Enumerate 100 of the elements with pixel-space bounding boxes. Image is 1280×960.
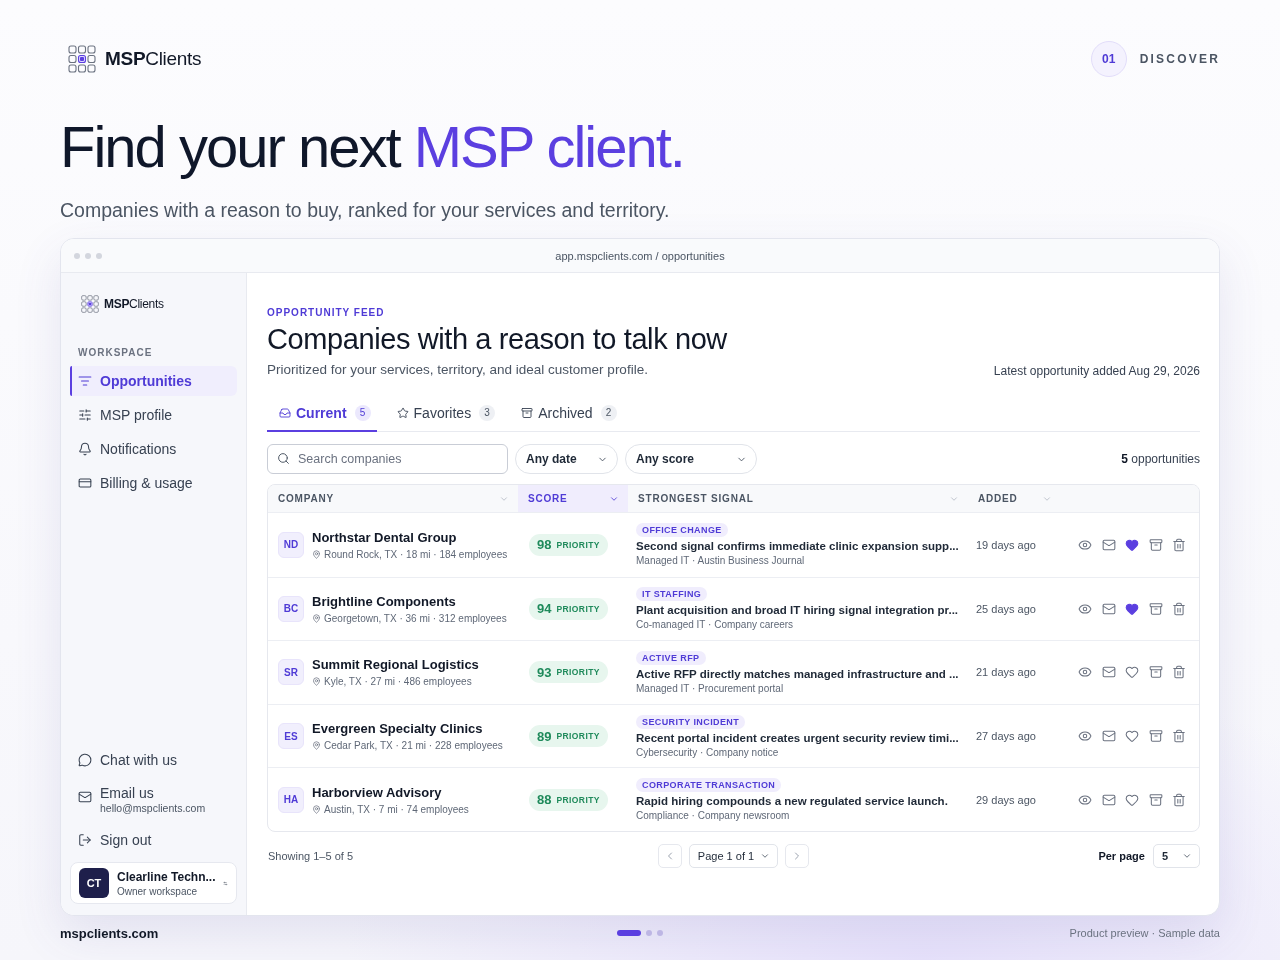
- signal-source: Cybersecurity · Company notice: [636, 746, 780, 758]
- pin-icon: [312, 613, 321, 623]
- mail-icon[interactable]: [1101, 792, 1116, 807]
- signal-source: Managed IT · Procurement portal: [636, 683, 785, 694]
- page-title: Companies with a reason to talk now: [267, 322, 727, 357]
- archive-icon: [521, 406, 534, 419]
- score-value: 88: [537, 792, 552, 808]
- tab-count: 3: [479, 404, 496, 421]
- archive-icon[interactable]: [1148, 665, 1163, 680]
- page-select[interactable]: Page 1 of 1: [688, 843, 779, 868]
- page-subtitle: Prioritized for your services, territory, and ideal customer profile.: [267, 361, 649, 379]
- sign-out-icon: [78, 833, 92, 847]
- trash-icon[interactable]: [1172, 537, 1186, 552]
- column-header[interactable]: ADDED: [968, 485, 1061, 512]
- heart-icon[interactable]: [1125, 792, 1139, 807]
- column-header[interactable]: SCORE: [518, 485, 628, 512]
- signal-headline: Active RFP directly matches managed infrastructure and ...: [636, 668, 959, 680]
- window-dot: [74, 252, 80, 259]
- nav-item[interactable]: MSP profile: [70, 400, 237, 430]
- trash-icon[interactable]: [1172, 601, 1186, 616]
- logo-icon: [81, 295, 99, 313]
- company-details: Austin, TX · 7 mi · 74 employees: [324, 803, 469, 815]
- archive-icon[interactable]: [1148, 537, 1163, 552]
- pin-icon: [312, 677, 321, 687]
- tab[interactable]: Favorites 3: [384, 395, 502, 432]
- trash-icon[interactable]: [1172, 729, 1186, 744]
- hero-subtitle: Companies with a reason to buy, ranked for your services and territory.: [60, 198, 671, 222]
- filter-icon: [78, 374, 92, 388]
- priority-label: PRIORITY: [556, 603, 600, 614]
- archive-icon[interactable]: [1148, 792, 1163, 807]
- priority-label: PRIORITY: [556, 731, 600, 742]
- window-dot: [85, 252, 91, 259]
- sliders-icon: [78, 408, 92, 422]
- company-avatar: SR: [278, 659, 304, 686]
- added-date: 29 days ago: [976, 793, 1036, 806]
- company-avatar: BC: [278, 595, 304, 622]
- trash-icon[interactable]: [1172, 665, 1186, 680]
- per-page-label: Per page: [1098, 849, 1145, 862]
- eye-icon[interactable]: [1078, 729, 1092, 744]
- signal-tag: OFFICE CHANGE: [636, 523, 728, 538]
- score-value: 93: [537, 665, 552, 680]
- tab[interactable]: Archived 2: [509, 395, 623, 432]
- slide-dot[interactable]: [657, 930, 663, 936]
- tab-count: 5: [354, 404, 371, 421]
- column-header[interactable]: COMPANY: [268, 485, 518, 512]
- site-address: mspclients.com: [60, 925, 159, 941]
- nav-item[interactable]: Opportunities: [70, 366, 237, 396]
- heart-icon[interactable]: [1125, 665, 1139, 680]
- company-name: Brightline Components: [312, 593, 457, 609]
- eye-icon[interactable]: [1078, 665, 1092, 680]
- nav-item[interactable]: Notifications: [70, 434, 237, 464]
- support-link[interactable]: Chat with us: [70, 745, 237, 775]
- section-label: WORKSPACE: [78, 347, 154, 358]
- trash-icon[interactable]: [1172, 792, 1186, 807]
- column-header[interactable]: STRONGEST SIGNAL: [628, 485, 968, 512]
- added-date: 25 days ago: [976, 602, 1036, 615]
- signal-source: Co-managed IT · Company careers: [636, 619, 795, 631]
- slide-dot[interactable]: [646, 930, 652, 936]
- mail-icon[interactable]: [1101, 601, 1116, 616]
- pagination-summary: Showing 1–5 of 5: [267, 849, 353, 862]
- search-icon: [277, 452, 290, 465]
- signal-source: Compliance · Company newsroom: [636, 810, 791, 822]
- heart-icon[interactable]: [1125, 537, 1139, 552]
- archive-icon[interactable]: [1148, 601, 1163, 616]
- signal-tag: ACTIVE RFP: [636, 651, 706, 665]
- company-details: Georgetown, TX · 36 mi · 312 employees: [324, 612, 507, 624]
- brand-name: MSPClients: [105, 48, 202, 70]
- support-link[interactable]: Sign out: [70, 825, 237, 855]
- heart-icon[interactable]: [1125, 601, 1139, 616]
- mail-icon[interactable]: [1101, 537, 1116, 552]
- eye-icon[interactable]: [1078, 601, 1092, 616]
- tab[interactable]: Current 5: [267, 395, 377, 432]
- company-avatar: ND: [278, 531, 304, 558]
- archive-icon[interactable]: [1148, 729, 1163, 744]
- score-value: 98: [537, 537, 552, 553]
- nav-item[interactable]: Billing & usage: [70, 468, 237, 498]
- mail-icon[interactable]: [1101, 665, 1116, 680]
- browser-url: app.mspclients.com / opportunities: [555, 249, 725, 262]
- eye-icon[interactable]: [1078, 537, 1092, 552]
- date-filter-select[interactable]: Any date: [515, 444, 618, 474]
- company-details: Cedar Park, TX · 21 mi · 228 employees: [324, 740, 503, 752]
- heart-icon[interactable]: [1125, 729, 1139, 744]
- signal-headline: Second signal confirms immediate clinic expansion supp...: [636, 540, 959, 553]
- account-card[interactable]: CT Clearline Techn... Owner workspace: [70, 862, 237, 904]
- signal-tag: IT STAFFING: [636, 587, 708, 602]
- company-name: Harborview Advisory: [312, 784, 443, 800]
- support-label: Email us: [100, 785, 155, 802]
- support-link[interactable]: Email us hello@mspclients.com: [70, 781, 237, 819]
- score-filter-select[interactable]: Any score: [625, 444, 757, 474]
- inbox-icon: [279, 406, 291, 419]
- pin-icon: [312, 741, 321, 751]
- email-address: hello@mspclients.com: [100, 802, 206, 815]
- preview-note: Product preview · Sample data: [1069, 927, 1220, 939]
- eye-icon[interactable]: [1078, 792, 1092, 807]
- last-updated: Latest opportunity added Aug 29, 2026: [993, 364, 1200, 378]
- search-field[interactable]: Search companies: [267, 444, 508, 474]
- pin-icon: [312, 804, 321, 814]
- mail-icon[interactable]: [1101, 729, 1116, 744]
- account-avatar: CT: [79, 868, 109, 898]
- per-page-select[interactable]: 5: [1152, 843, 1200, 868]
